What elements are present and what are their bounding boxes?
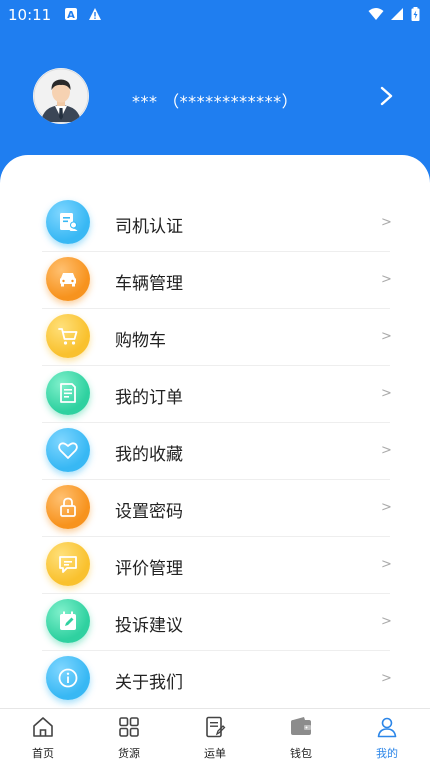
menu-item-shopping-cart[interactable]: 购物车 >: [0, 309, 430, 366]
menu-item-about-us[interactable]: 关于我们 >: [0, 651, 430, 708]
menu-item-driver-certification[interactable]: 司机认证 >: [0, 195, 430, 252]
menu-item-label: 我的收藏: [115, 445, 183, 465]
profile-row[interactable]: *** （************）: [0, 64, 430, 128]
signal-icon: [391, 8, 403, 20]
complaint-icon: [46, 599, 90, 643]
svg-text:A: A: [67, 10, 75, 21]
grid-icon: [119, 717, 139, 737]
menu-item-label: 设置密码: [115, 502, 183, 522]
menu-item-my-favorites[interactable]: 我的收藏 >: [0, 423, 430, 480]
menu-item-label: 车辆管理: [115, 274, 183, 294]
wifi-icon: [368, 8, 384, 20]
shopping-cart-icon: [46, 314, 90, 358]
menu-item-label: 我的订单: [115, 388, 183, 408]
home-icon: [33, 717, 53, 737]
menu-item-my-orders[interactable]: 我的订单 >: [0, 366, 430, 423]
chevron-right-icon: >: [381, 614, 392, 629]
chevron-right-icon: >: [381, 386, 392, 401]
menu-item-vehicle-management[interactable]: 车辆管理 >: [0, 252, 430, 309]
tab-cargo-source[interactable]: 货源: [86, 709, 172, 766]
chevron-right-icon: >: [381, 557, 392, 572]
chevron-right-icon: >: [381, 272, 392, 287]
battery-icon: [411, 7, 420, 21]
tab-waybill[interactable]: 运单: [172, 709, 258, 766]
chevron-right-icon: >: [381, 671, 392, 686]
tab-mine[interactable]: 我的: [344, 709, 430, 766]
warning-icon: [89, 8, 101, 20]
tab-label: 货源: [118, 747, 140, 760]
menu-item-label: 司机认证: [115, 217, 183, 237]
tab-label: 首页: [32, 747, 54, 760]
status-bar: 10:11 A: [0, 0, 430, 30]
menu-item-label: 投诉建议: [115, 616, 183, 636]
chevron-right-icon: >: [381, 500, 392, 515]
car-icon: [46, 257, 90, 301]
order-icon: [46, 371, 90, 415]
tab-label: 我的: [376, 747, 398, 760]
chevron-right-icon: >: [381, 443, 392, 458]
menu-item-label: 评价管理: [115, 559, 183, 579]
menu-item-label: 关于我们: [115, 673, 183, 693]
notification-a-icon: A: [65, 8, 77, 21]
user-avatar-icon: [33, 68, 89, 124]
menu-item-set-password[interactable]: 设置密码 >: [0, 480, 430, 537]
wallet-icon: [291, 717, 311, 735]
tab-label: 运单: [204, 747, 226, 760]
tab-home[interactable]: 首页: [0, 709, 86, 766]
username: *** （************）: [132, 92, 299, 111]
chevron-right-icon: >: [381, 329, 392, 344]
profile-arrow-icon[interactable]: [376, 84, 398, 108]
comment-icon: [46, 542, 90, 586]
user-icon: [377, 717, 397, 738]
info-icon: [46, 656, 90, 700]
chevron-right-icon: >: [381, 215, 392, 230]
menu-item-complaints-suggestions[interactable]: 投诉建议 >: [0, 594, 430, 651]
heart-icon: [46, 428, 90, 472]
tab-label: 钱包: [290, 747, 312, 760]
waybill-icon: [206, 716, 226, 738]
menu-item-label: 购物车: [115, 331, 166, 351]
driver-certification-icon: [46, 200, 90, 244]
status-time: 10:11: [8, 6, 52, 24]
bottom-tab-bar: 首页 货源 运单 钱包 我的: [0, 708, 430, 766]
menu-item-review-management[interactable]: 评价管理 >: [0, 537, 430, 594]
lock-icon: [46, 485, 90, 529]
tab-wallet[interactable]: 钱包: [258, 709, 344, 766]
avatar[interactable]: [33, 68, 89, 124]
